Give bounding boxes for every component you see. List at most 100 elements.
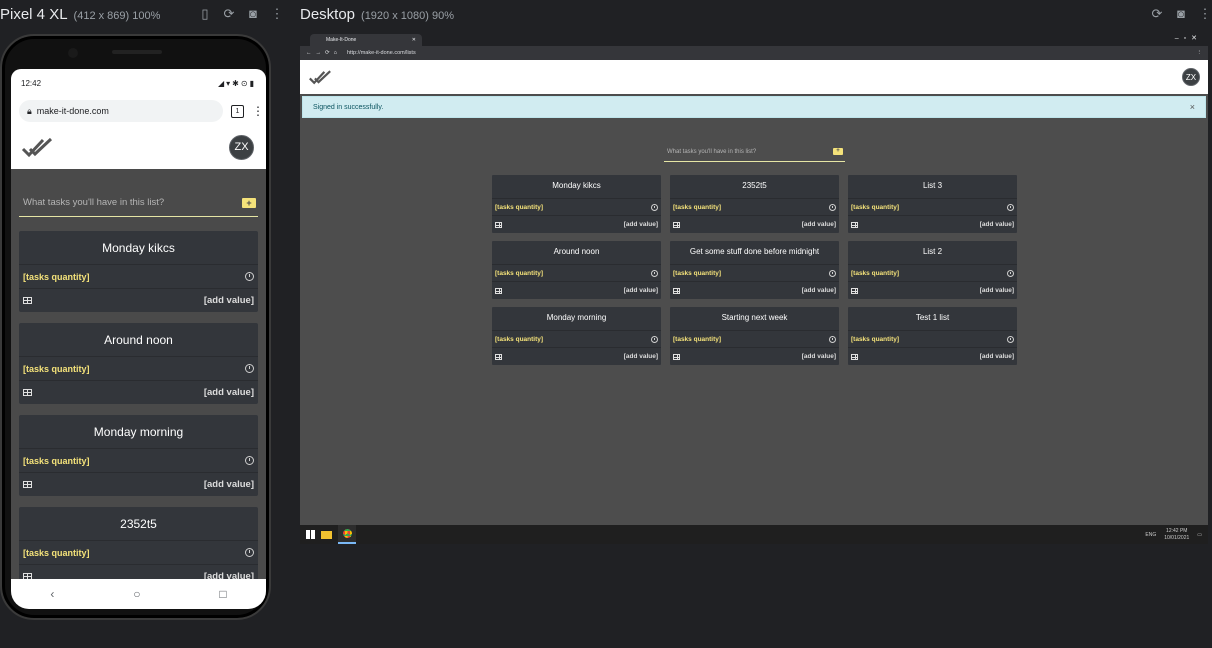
clock-icon[interactable] xyxy=(829,335,836,343)
list-card[interactable]: Starting next week [tasks quantity] [add… xyxy=(670,307,839,365)
desktop-device-label[interactable]: Desktop (1920 x 1080) 90% xyxy=(300,6,454,23)
address-field[interactable]: 🔒︎ make-it-done.com xyxy=(19,100,223,122)
list-card[interactable]: List 3 [tasks quantity] [add value] xyxy=(848,175,1017,233)
list-card[interactable]: Monday kikcs [tasks quantity] [add value… xyxy=(492,175,661,233)
clock-icon[interactable] xyxy=(1007,335,1014,343)
add-value-button[interactable]: [add value] xyxy=(980,353,1014,360)
table-icon[interactable] xyxy=(495,353,502,360)
tabs-count-button[interactable]: 1 xyxy=(231,104,244,118)
list-title[interactable]: Monday morning xyxy=(492,307,661,331)
clock-icon[interactable] xyxy=(1007,269,1014,277)
list-card[interactable]: 2352t5 [tasks quantity] [add value] xyxy=(670,175,839,233)
add-value-button[interactable]: [add value] xyxy=(802,353,836,360)
list-title[interactable]: List 2 xyxy=(848,241,1017,265)
notification-icon[interactable]: ▭ xyxy=(1197,532,1202,538)
clock-icon[interactable] xyxy=(651,203,658,211)
list-title[interactable]: 2352t5 xyxy=(670,175,839,199)
table-icon[interactable] xyxy=(673,287,680,294)
list-title[interactable]: Starting next week xyxy=(670,307,839,331)
clock-icon[interactable] xyxy=(245,364,254,373)
table-icon[interactable] xyxy=(23,480,32,488)
back-icon[interactable]: ← xyxy=(306,50,312,56)
table-icon[interactable] xyxy=(23,296,32,304)
recents-icon[interactable]: □ xyxy=(219,587,226,601)
rotate-phone-icon[interactable]: ▯ xyxy=(198,6,212,22)
clock-icon[interactable] xyxy=(829,269,836,277)
add-value-button[interactable]: [add value] xyxy=(204,295,254,306)
table-icon[interactable] xyxy=(851,221,858,228)
table-icon[interactable] xyxy=(23,388,32,396)
home-icon[interactable]: ⌂ xyxy=(334,50,337,56)
browser-menu-icon[interactable]: ⋮ xyxy=(1197,50,1203,56)
home-icon[interactable]: ○ xyxy=(133,587,140,601)
list-title[interactable]: Around noon xyxy=(19,323,258,357)
list-title[interactable]: Monday kikcs xyxy=(19,231,258,265)
list-title[interactable]: List 3 xyxy=(848,175,1017,199)
back-icon[interactable]: ‹ xyxy=(50,587,54,601)
clock-icon[interactable] xyxy=(245,548,254,557)
list-card[interactable]: Around noon [tasks quantity] [add value] xyxy=(19,323,258,404)
close-tab-icon[interactable]: ✕ xyxy=(412,37,416,43)
screenshot-icon[interactable]: ◙ xyxy=(246,6,260,22)
reload-icon[interactable]: ⟳ xyxy=(325,50,330,56)
clock-icon[interactable] xyxy=(245,456,254,465)
clock-icon[interactable] xyxy=(651,335,658,343)
browser-tab[interactable]: Make-It-Done ✕ xyxy=(310,34,422,46)
add-value-button[interactable]: [add value] xyxy=(624,221,658,228)
add-value-button[interactable]: [add value] xyxy=(802,221,836,228)
chrome-taskbar-icon[interactable] xyxy=(338,525,356,544)
list-title[interactable]: Monday kikcs xyxy=(492,175,661,199)
file-explorer-icon[interactable] xyxy=(321,530,332,539)
add-value-button[interactable]: [add value] xyxy=(802,287,836,294)
more-icon[interactable]: ⋮ xyxy=(1198,6,1212,22)
add-value-button[interactable]: [add value] xyxy=(624,287,658,294)
language-indicator[interactable]: ENG xyxy=(1145,532,1156,538)
browser-menu-icon[interactable]: ⋮ xyxy=(252,104,264,118)
table-icon[interactable] xyxy=(673,353,680,360)
list-title[interactable]: Get some stuff done before midnight xyxy=(670,241,839,265)
list-title[interactable]: Test 1 list xyxy=(848,307,1017,331)
phone-device-label[interactable]: Pixel 4 XL (412 x 869) 100% xyxy=(0,6,160,23)
add-folder-icon[interactable]: + xyxy=(242,197,256,208)
windows-start-icon[interactable] xyxy=(306,530,315,539)
clock-icon[interactable] xyxy=(829,203,836,211)
add-folder-icon[interactable]: + xyxy=(833,148,843,155)
table-icon[interactable] xyxy=(851,287,858,294)
double-check-logo-icon[interactable] xyxy=(21,136,53,158)
clock-icon[interactable] xyxy=(245,272,254,281)
list-card[interactable]: Around noon [tasks quantity] [add value] xyxy=(492,241,661,299)
list-card[interactable]: Monday morning [tasks quantity] [add val… xyxy=(19,415,258,496)
add-value-button[interactable]: [add value] xyxy=(204,479,254,490)
taskbar-clock[interactable]: 12:42 PM 10/01/2021 xyxy=(1164,528,1189,541)
table-icon[interactable] xyxy=(851,353,858,360)
list-title[interactable]: Around noon xyxy=(492,241,661,265)
new-list-input[interactable]: What tasks you'll have in this list? + xyxy=(19,189,258,217)
list-card[interactable]: Test 1 list [tasks quantity] [add value] xyxy=(848,307,1017,365)
add-value-button[interactable]: [add value] xyxy=(624,353,658,360)
close-alert-icon[interactable]: × xyxy=(1190,102,1195,112)
table-icon[interactable] xyxy=(495,221,502,228)
window-controls[interactable]: –▫✕ xyxy=(1175,34,1202,42)
new-list-input[interactable]: What tasks you'll have in this list? + xyxy=(664,142,845,162)
double-check-logo-icon[interactable] xyxy=(308,69,332,85)
user-avatar[interactable]: ZX xyxy=(1182,68,1200,86)
clock-icon[interactable] xyxy=(651,269,658,277)
list-card[interactable]: Monday kikcs [tasks quantity] [add value… xyxy=(19,231,258,312)
table-icon[interactable] xyxy=(673,221,680,228)
more-icon[interactable]: ⋮ xyxy=(270,6,284,22)
clock-icon[interactable] xyxy=(1007,203,1014,211)
list-card[interactable]: List 2 [tasks quantity] [add value] xyxy=(848,241,1017,299)
add-value-button[interactable]: [add value] xyxy=(204,387,254,398)
list-card[interactable]: Get some stuff done before midnight [tas… xyxy=(670,241,839,299)
forward-icon[interactable]: → xyxy=(316,50,322,56)
table-icon[interactable] xyxy=(495,287,502,294)
list-card[interactable]: Monday morning [tasks quantity] [add val… xyxy=(492,307,661,365)
list-title[interactable]: 2352t5 xyxy=(19,507,258,541)
screenshot-icon[interactable]: ◙ xyxy=(1174,6,1188,22)
user-avatar[interactable]: ZX xyxy=(229,134,254,160)
list-title[interactable]: Monday morning xyxy=(19,415,258,449)
add-value-button[interactable]: [add value] xyxy=(980,287,1014,294)
address-text[interactable]: http://make-it-done.com/lists xyxy=(347,50,416,56)
add-value-button[interactable]: [add value] xyxy=(980,221,1014,228)
list-card[interactable]: 2352t5 [tasks quantity] [add value] xyxy=(19,507,258,588)
